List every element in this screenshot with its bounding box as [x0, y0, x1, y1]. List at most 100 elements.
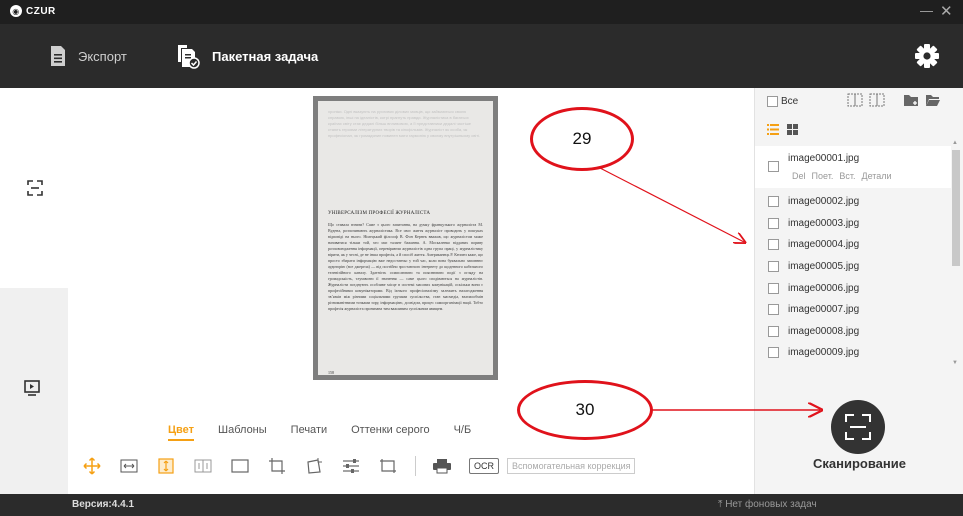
select-all-label: Все — [781, 96, 799, 107]
batch-task-button[interactable]: Пакетная задача — [176, 24, 318, 88]
file-name: image00005.jpg — [788, 261, 860, 273]
list-item[interactable]: image00009.jpg — [755, 342, 951, 364]
version-text: Версия:4.4.1 — [72, 499, 135, 510]
file-checkbox[interactable] — [768, 161, 779, 172]
scan-button[interactable] — [831, 400, 885, 454]
split-pages-icon[interactable] — [193, 456, 213, 476]
tab-stamps[interactable]: Печати — [291, 424, 327, 441]
logo-icon: ◉ — [10, 5, 22, 17]
list-item[interactable]: image00008.jpg — [755, 321, 951, 343]
folder-open-icon[interactable] — [925, 94, 941, 107]
perspective-crop-icon[interactable] — [304, 456, 324, 476]
delete-link[interactable]: Del — [792, 171, 806, 181]
ocr-button[interactable]: OCR — [469, 458, 499, 474]
scan-frame-icon[interactable] — [27, 180, 43, 196]
file-checkbox[interactable] — [768, 304, 779, 316]
file-name: image00008.jpg — [788, 325, 860, 337]
main-toolbar: Экспорт Пакетная задача — [0, 24, 963, 88]
page-body-text: Що ставала взнати? Саме з цього запитанн… — [328, 222, 483, 311]
tab-bw[interactable]: Ч/Б — [454, 424, 472, 441]
file-name: image00003.jpg — [788, 217, 860, 229]
adjust-icon[interactable] — [341, 456, 361, 476]
file-checkbox[interactable] — [768, 261, 779, 273]
insert-link[interactable]: Вст. — [839, 171, 855, 181]
left-panel-upper — [0, 88, 68, 288]
status-bar: Версия:4.4.1 ⤒ Нет фоновых задач — [0, 494, 963, 516]
close-button[interactable]: ✕ — [940, 2, 953, 20]
file-checkbox[interactable] — [768, 282, 779, 294]
left-panel-lower — [0, 288, 68, 494]
scroll-up-icon[interactable]: ▲ — [952, 140, 958, 146]
tab-grayscale[interactable]: Оттенки серого — [351, 424, 429, 441]
split-right-icon[interactable] — [869, 93, 885, 107]
background-tasks-label: Нет фоновых задач — [725, 499, 817, 510]
file-name: image00004.jpg — [788, 239, 860, 251]
full-page-icon[interactable] — [230, 456, 250, 476]
left-panel — [0, 88, 68, 494]
frame-icon[interactable] — [378, 456, 398, 476]
file-name: image00001.jpg — [788, 153, 860, 164]
tab-color[interactable]: Цвет — [168, 424, 195, 441]
file-panel-header: Все — [755, 88, 963, 144]
annotation-30-label: 30 — [575, 400, 595, 419]
page-content: хроніки. Одні вказують на рухливих ділов… — [318, 101, 493, 375]
preview-area: хроніки. Одні вказують на рухливих ділов… — [68, 88, 754, 494]
file-name: image00006.jpg — [788, 282, 860, 294]
batch-docs-icon — [178, 45, 200, 69]
batch-task-label: Пакетная задача — [212, 48, 319, 64]
page-number: 158 — [328, 370, 334, 375]
page-bleed-text: хроніки. Одні вказують на рухливих ділов… — [328, 109, 481, 138]
printer-icon[interactable] — [432, 456, 452, 476]
file-item-actions: Del Поет. Вст. Детали — [792, 171, 892, 181]
list-item[interactable]: image00004.jpg — [755, 234, 951, 256]
list-view-icon[interactable] — [767, 124, 779, 135]
list-item[interactable]: image00003.jpg — [755, 213, 951, 235]
list-item[interactable]: image00002.jpg — [755, 191, 951, 213]
rotate-link[interactable]: Поет. — [812, 171, 834, 181]
move-icon[interactable] — [82, 456, 102, 476]
file-name: image00009.jpg — [788, 347, 860, 359]
scroll-down-icon[interactable]: ▼ — [952, 360, 958, 366]
details-link[interactable]: Детали — [861, 171, 891, 181]
export-label: Экспорт — [78, 48, 127, 64]
file-checkbox[interactable] — [768, 239, 779, 251]
file-checkbox[interactable] — [768, 217, 779, 229]
list-item[interactable]: image00001.jpg Del Поет. Вст. Детали — [755, 146, 951, 188]
file-name: image00002.jpg — [788, 196, 860, 208]
split-left-icon[interactable] — [847, 93, 863, 107]
file-checkbox[interactable] — [768, 196, 779, 208]
file-list-scrollbar[interactable]: ▲ ▼ — [951, 140, 961, 366]
folder-add-icon[interactable] — [903, 94, 919, 107]
fit-height-icon[interactable] — [156, 456, 176, 476]
scan-label: Сканирование — [813, 456, 906, 471]
settings-gear-icon[interactable] — [913, 42, 941, 70]
scrollbar-thumb[interactable] — [952, 150, 960, 266]
select-all[interactable]: Все — [767, 96, 798, 107]
fit-width-icon[interactable] — [119, 456, 139, 476]
file-checkbox[interactable] — [768, 325, 779, 337]
grid-view-icon[interactable] — [787, 124, 798, 135]
list-item[interactable]: image00006.jpg — [755, 277, 951, 299]
file-checkbox[interactable] — [768, 347, 779, 359]
annotation-29-label: 29 — [572, 129, 592, 148]
background-tasks[interactable]: ⤒ Нет фоновых задач — [718, 499, 817, 510]
minimize-button[interactable]: — — [920, 3, 933, 18]
tab-templates[interactable]: Шаблоны — [218, 424, 267, 441]
list-item[interactable]: image00007.jpg — [755, 299, 951, 321]
brand-name: CZUR — [26, 5, 56, 17]
export-button[interactable]: Экспорт — [50, 24, 127, 88]
list-item[interactable]: image00005.jpg — [755, 256, 951, 278]
view-toggle — [767, 124, 798, 135]
title-bar: ◉ CZUR — ✕ — [0, 0, 963, 24]
file-name: image00007.jpg — [788, 304, 860, 316]
scanned-page-preview[interactable]: хроніки. Одні вказують на рухливих ділов… — [313, 96, 498, 380]
page-heading: УНІВЕРСАЛІЗМ ПРОФЕСІЇ ЖУРНАЛІСТА — [328, 211, 431, 216]
select-all-checkbox[interactable] — [767, 96, 778, 107]
edit-tools: OCR Вспомогательная коррекция — [82, 454, 635, 478]
preview-play-icon[interactable] — [24, 380, 40, 396]
annotation-29: 29 — [530, 107, 634, 171]
color-mode-tabs: Цвет Шаблоны Печати Оттенки серого Ч/Б — [168, 424, 471, 441]
crop-icon[interactable] — [267, 456, 287, 476]
toolbar-divider — [415, 456, 416, 476]
assist-correction-field[interactable]: Вспомогательная коррекция — [507, 458, 635, 474]
